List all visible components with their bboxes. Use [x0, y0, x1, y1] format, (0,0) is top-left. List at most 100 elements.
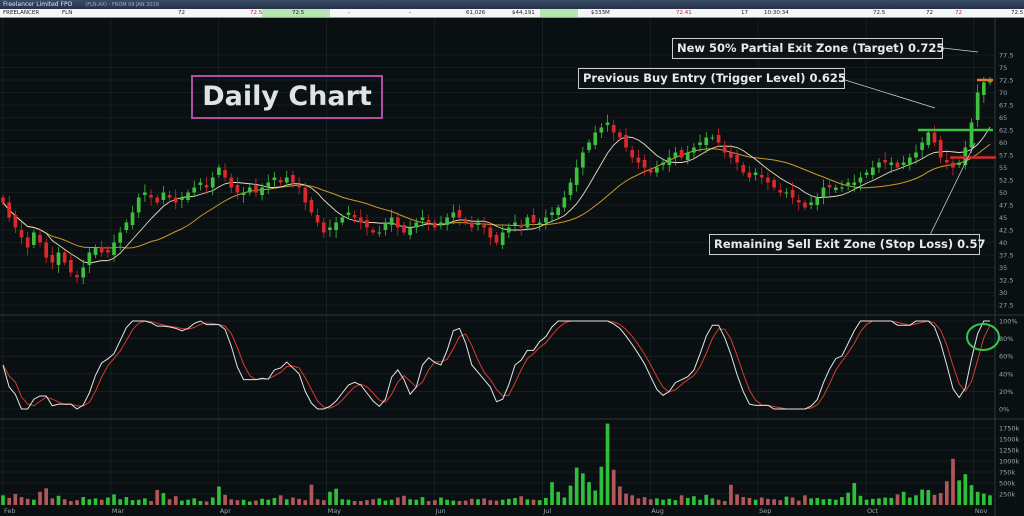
volume-bar: [661, 499, 665, 505]
volume-bar: [932, 494, 937, 505]
volume-bar: [611, 469, 616, 505]
volume-bar: [926, 490, 931, 505]
candle-body: [877, 162, 881, 168]
candle-body: [784, 192, 789, 194]
candle-body: [661, 162, 665, 165]
volume-tick-label: 500k: [999, 480, 1015, 488]
buy-leader-line: [844, 79, 936, 109]
candle-body: [889, 162, 894, 165]
price-tick-label: 30: [999, 289, 1007, 297]
candle-body: [544, 217, 548, 223]
candle-body: [235, 185, 240, 193]
candle-body: [488, 227, 493, 238]
volume-bar: [796, 500, 801, 505]
candle-body: [340, 217, 345, 223]
candle-body: [562, 197, 567, 208]
price-tick-label: 67.5: [999, 102, 1013, 110]
candle-body: [346, 212, 351, 215]
candle-body: [722, 145, 727, 153]
candle-body: [729, 152, 733, 158]
candle-body: [500, 232, 505, 245]
volume-bar: [710, 498, 715, 505]
candle-body: [371, 230, 375, 233]
candle-body: [204, 185, 209, 188]
candle-body: [969, 122, 974, 148]
candle-body: [1, 197, 5, 203]
volume-bar: [432, 500, 437, 505]
volume-bar: [889, 497, 894, 505]
volume-bar: [235, 500, 240, 505]
quote-cell: 72.5: [250, 10, 263, 16]
volume-bar: [618, 486, 622, 505]
volume-bar: [328, 491, 332, 505]
candle-body: [926, 132, 931, 145]
candle-body: [414, 222, 419, 228]
candle-body: [75, 275, 79, 278]
quote-cell: 72: [178, 10, 185, 16]
candle-body: [846, 182, 850, 185]
candle-body: [655, 167, 659, 173]
volume-bar: [223, 494, 227, 505]
volume-bar: [81, 497, 86, 505]
candle-body: [605, 122, 610, 125]
month-label: Jun: [434, 507, 445, 515]
quote-name: FREELANCER: [3, 10, 40, 16]
volume-bar: [334, 488, 338, 505]
quote-cell: 72.41: [676, 10, 692, 16]
volume-bar: [321, 500, 326, 505]
candle-body: [759, 175, 764, 178]
volume-bar: [408, 499, 412, 505]
candle-body: [587, 142, 591, 150]
candle-body: [81, 267, 86, 278]
candle-body: [278, 180, 283, 183]
volume-bar: [599, 466, 604, 505]
volume-bar: [106, 497, 110, 505]
volume-bar: [858, 495, 863, 505]
candle-body: [735, 155, 739, 163]
candle-body: [136, 197, 141, 213]
volume-bar: [254, 500, 258, 505]
volume-bar: [143, 498, 147, 505]
quote-cell: 72.5: [262, 9, 330, 17]
volume-bar: [957, 480, 961, 505]
volume-bar: [62, 499, 67, 505]
candle-body: [698, 142, 702, 145]
candle-body: [309, 200, 314, 213]
highlight-circle: [966, 323, 1000, 351]
candle-body: [778, 190, 783, 193]
candle-body: [186, 192, 190, 200]
candle-body: [99, 247, 104, 253]
candle-body: [513, 222, 517, 225]
candle-body: [291, 175, 295, 183]
volume-bar: [914, 495, 918, 505]
candle-body: [679, 150, 684, 158]
candle-body: [25, 237, 30, 248]
candle-body: [118, 232, 123, 243]
candle-body: [753, 172, 758, 175]
candle-body: [630, 150, 635, 158]
volume-bar: [840, 497, 844, 505]
volume-bar: [204, 501, 209, 505]
volume-bar: [895, 494, 900, 505]
price-tick-label: 40: [999, 239, 1007, 247]
candle-body: [864, 172, 869, 175]
volume-bar: [414, 499, 419, 505]
candle-body: [451, 212, 456, 218]
candle-body: [790, 190, 795, 198]
month-label: Mar: [112, 507, 125, 515]
price-chart: 77.5 75 72.5 70 67.5 65 62.5 60 57.5 55 52.5 50 47.5…: [0, 18, 1024, 516]
month-label: Sep: [759, 507, 771, 515]
volume-bar: [673, 500, 678, 505]
candle-body: [112, 242, 116, 255]
volume-bar: [451, 500, 456, 505]
candle-body: [667, 157, 672, 165]
volume-bar: [291, 497, 295, 505]
month-label: Apr: [220, 507, 232, 515]
volume-bar: [544, 497, 548, 505]
volume-bar: [173, 496, 178, 505]
volume-bar: [667, 498, 672, 505]
price-tick-label: 27.5: [999, 302, 1013, 310]
month-label: Aug: [651, 507, 664, 515]
candle-body: [975, 92, 980, 120]
volume-bar: [833, 499, 838, 505]
